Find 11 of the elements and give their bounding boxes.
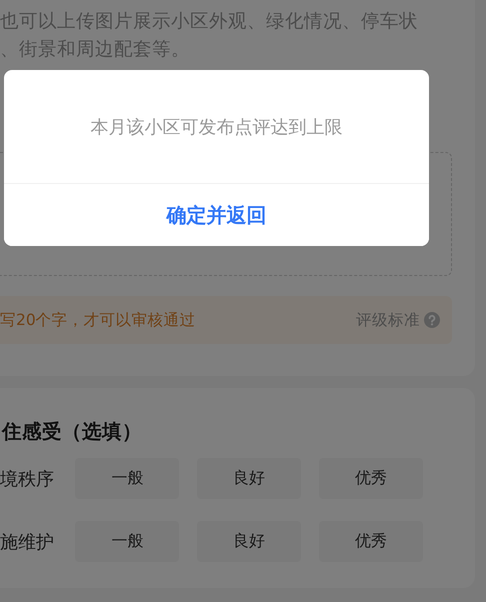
rating-option[interactable]: 良好 <box>197 458 302 499</box>
rating-option[interactable]: 优秀 <box>319 458 424 499</box>
section-title: 住感受（选填） <box>0 419 143 445</box>
rating-option[interactable]: 一般 <box>75 458 180 499</box>
help-icon[interactable] <box>424 312 440 328</box>
rating-option[interactable]: 良好 <box>197 521 302 562</box>
tip-text: 写20个字，才可以审核通过 <box>0 310 196 330</box>
rating-option[interactable]: 优秀 <box>319 521 424 562</box>
rating-label: 施维护 <box>0 530 55 554</box>
rating-option[interactable]: 一般 <box>75 521 180 562</box>
rating-label: 境秩序 <box>0 468 55 490</box>
